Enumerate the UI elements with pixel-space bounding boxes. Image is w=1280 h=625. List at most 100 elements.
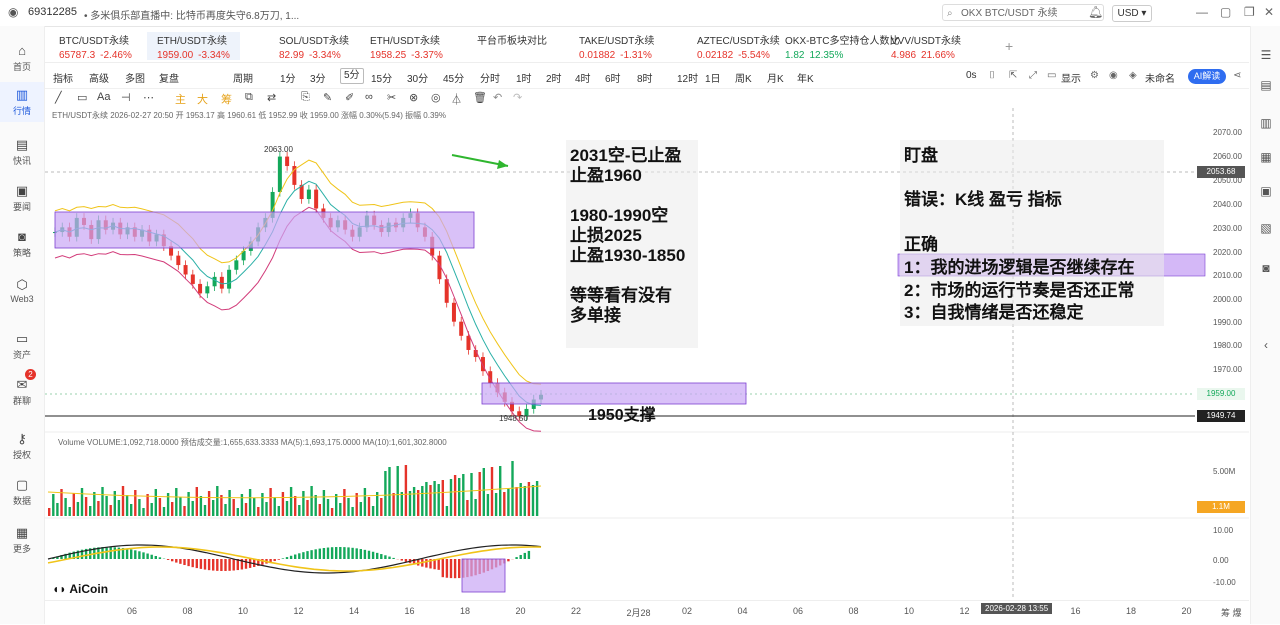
- line-tool-icon[interactable]: ╱: [55, 91, 62, 104]
- add-tab-icon[interactable]: +: [1005, 38, 1013, 66]
- toolbar-right-1[interactable]: 显示: [1061, 70, 1081, 85]
- toolbar-3[interactable]: 复盘: [159, 70, 179, 85]
- collapse-icon[interactable]: ‹: [1259, 338, 1273, 352]
- interval-13[interactable]: 1日: [705, 70, 721, 85]
- symbol-tab-2[interactable]: SOL/USDT永续82.99-3.34%: [279, 32, 349, 60]
- redo-icon[interactable]: ↷: [513, 91, 522, 104]
- sidebar-item-6[interactable]: ▭资产: [0, 326, 44, 366]
- sidebar-item-8[interactable]: ⚷授权: [0, 426, 44, 466]
- camera-icon[interactable]: ⌷: [989, 70, 995, 81]
- close-icon[interactable]: ✕: [1264, 5, 1274, 19]
- trash-icon[interactable]: 🗑︎: [473, 91, 487, 104]
- interval-8[interactable]: 2时: [546, 70, 562, 85]
- interval-2[interactable]: 5分: [340, 68, 364, 84]
- large-tool[interactable]: 大: [197, 91, 208, 107]
- interval-16[interactable]: 年K: [797, 70, 814, 85]
- restore-icon[interactable]: ❐: [1244, 5, 1255, 19]
- resistance-zone: [55, 212, 474, 248]
- filter-icon[interactable]: ⏃: [451, 91, 462, 107]
- interval-10[interactable]: 6时: [605, 70, 621, 85]
- toolbar-right-2[interactable]: 未命名: [1145, 70, 1175, 85]
- toolbar-0[interactable]: 指标: [53, 70, 73, 85]
- symbol-tab-5[interactable]: TAKE/USDT永续0.01882-1.31%: [579, 32, 654, 60]
- interval-11[interactable]: 8时: [637, 70, 653, 85]
- document-icon[interactable]: ▤: [1259, 78, 1273, 92]
- interval-9[interactable]: 4时: [575, 70, 591, 85]
- symbol-tab-7[interactable]: OKX-BTC多空持仓人数比1.8212.35%: [785, 32, 899, 60]
- symbol-tab-0[interactable]: BTC/USDT永续65787.3-2.46%: [59, 32, 132, 60]
- toolbar-1[interactable]: 高级: [89, 70, 109, 85]
- interval-5[interactable]: 45分: [443, 70, 464, 85]
- copy-icon[interactable]: ⎘: [301, 91, 310, 104]
- toolbar-right-0[interactable]: 0s: [966, 70, 977, 81]
- sidebar-item-2[interactable]: ▤快讯: [0, 132, 44, 172]
- share-alt-icon[interactable]: ⋖: [1233, 70, 1241, 81]
- more-tools-icon[interactable]: ⋯: [143, 91, 154, 104]
- sidebar-item-7[interactable]: ✉群聊2: [0, 372, 44, 412]
- magnet-icon[interactable]: ⊗: [409, 91, 418, 104]
- sidebar-item-9[interactable]: ▢数据: [0, 472, 44, 512]
- symbol-tab-6[interactable]: AZTEC/USDT永续0.02182-5.54%: [697, 32, 780, 60]
- scissors-icon[interactable]: ✂: [387, 91, 396, 104]
- pencil-icon[interactable]: ✎: [323, 91, 332, 104]
- volume-bar: [89, 506, 91, 516]
- fullscreen-icon[interactable]: ⤢: [1029, 70, 1037, 81]
- robot-icon[interactable]: ◙: [1259, 261, 1273, 275]
- sidebar-item-4[interactable]: ◙策略: [0, 224, 44, 264]
- layers-icon[interactable]: ⧉: [245, 91, 253, 104]
- news-ticker[interactable]: • 多米俱乐部直播中: 比特币再度失守6.8万刀, 1...: [84, 7, 299, 22]
- interval-3[interactable]: 15分: [371, 70, 392, 85]
- interval-4[interactable]: 30分: [407, 70, 428, 85]
- eye-icon[interactable]: ◉: [1109, 70, 1118, 81]
- main-tool[interactable]: 主: [175, 91, 186, 107]
- sidebar-item-10[interactable]: ▦更多: [0, 520, 44, 560]
- interval-15[interactable]: 月K: [767, 70, 784, 85]
- minimize-icon[interactable]: —: [1196, 5, 1208, 19]
- target-icon[interactable]: ◎: [431, 91, 441, 104]
- macd-bar: [347, 547, 349, 559]
- settings-icon[interactable]: ⚙: [1090, 70, 1099, 81]
- hline-tool-icon[interactable]: ⊣: [121, 91, 131, 104]
- list-icon[interactable]: ☰: [1259, 48, 1273, 62]
- maximize-icon[interactable]: ▢: [1220, 5, 1231, 19]
- interval-0[interactable]: 1分: [280, 70, 296, 85]
- table-icon[interactable]: ▦: [1259, 150, 1273, 164]
- sidebar-item-1[interactable]: ▥行情: [0, 82, 44, 122]
- time-tick: 18: [1126, 606, 1136, 616]
- volume-bar: [327, 499, 329, 516]
- sidebar-item-3[interactable]: ▣要闻: [0, 178, 44, 218]
- grid-icon[interactable]: ▧: [1259, 221, 1273, 235]
- transfer-icon[interactable]: ⇄: [267, 91, 276, 104]
- symbol-tab-3[interactable]: ETH/USDT永续1958.25-3.37%: [370, 32, 443, 60]
- link-icon[interactable]: ∞: [365, 91, 373, 103]
- text-tool-icon[interactable]: Aa: [97, 91, 110, 103]
- currency-select[interactable]: USD ▾: [1112, 5, 1152, 22]
- interval-14[interactable]: 周K: [735, 70, 752, 85]
- chip-tool[interactable]: 筹: [221, 91, 232, 107]
- rect-tool-icon[interactable]: ▭: [77, 91, 87, 104]
- symbol-tab-8[interactable]: VVV/USDT永续4.98621.66%: [891, 32, 961, 60]
- cube-icon[interactable]: ◈: [1129, 70, 1137, 81]
- brush-icon[interactable]: ✐: [345, 91, 354, 104]
- interval-7[interactable]: 1时: [516, 70, 532, 85]
- interval-1[interactable]: 3分: [310, 70, 326, 85]
- undo-icon[interactable]: ↶: [493, 91, 502, 104]
- bell-icon[interactable]: 🔔︎: [1088, 5, 1103, 19]
- interval-6[interactable]: 分时: [480, 70, 500, 85]
- symbol-tab-1[interactable]: ETH/USDT永续1959.00-3.34%: [147, 32, 240, 60]
- sidebar-item-5[interactable]: ⬡Web3: [0, 272, 44, 312]
- search-input[interactable]: ⌕ OKX BTC/USDT 永续: [942, 4, 1104, 21]
- calendar-icon[interactable]: ▣: [1259, 184, 1273, 198]
- sidebar-item-0[interactable]: ⌂首页: [0, 38, 44, 78]
- share-icon[interactable]: ⇱: [1009, 70, 1017, 81]
- toolbar-2[interactable]: 多图: [125, 70, 145, 85]
- symbol-tab-4[interactable]: 平台币板块对比: [477, 32, 547, 60]
- interval-12[interactable]: 12时: [677, 70, 698, 85]
- ai-interpret-button[interactable]: AI解读: [1188, 69, 1226, 84]
- notes-icon[interactable]: ▥: [1259, 116, 1273, 130]
- avatar-icon[interactable]: ◉: [8, 5, 18, 19]
- toolbar-4[interactable]: 周期: [233, 70, 253, 85]
- display-icon[interactable]: ▭: [1047, 70, 1056, 81]
- macd-bar: [380, 554, 382, 559]
- macd-bar: [319, 549, 321, 559]
